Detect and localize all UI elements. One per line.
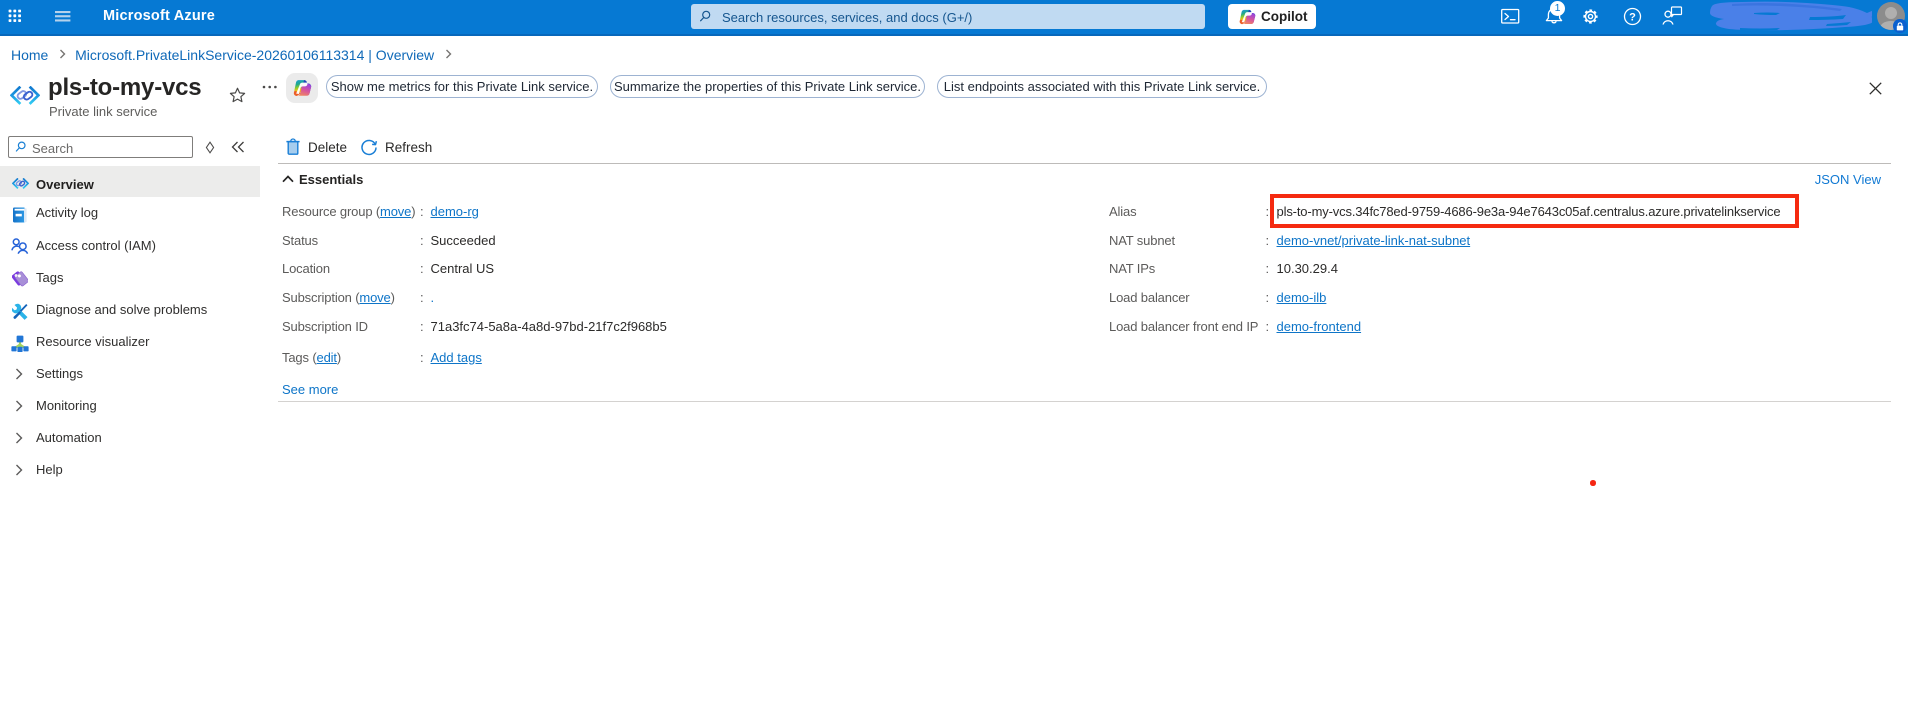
svg-text:?: ? — [1629, 11, 1636, 23]
